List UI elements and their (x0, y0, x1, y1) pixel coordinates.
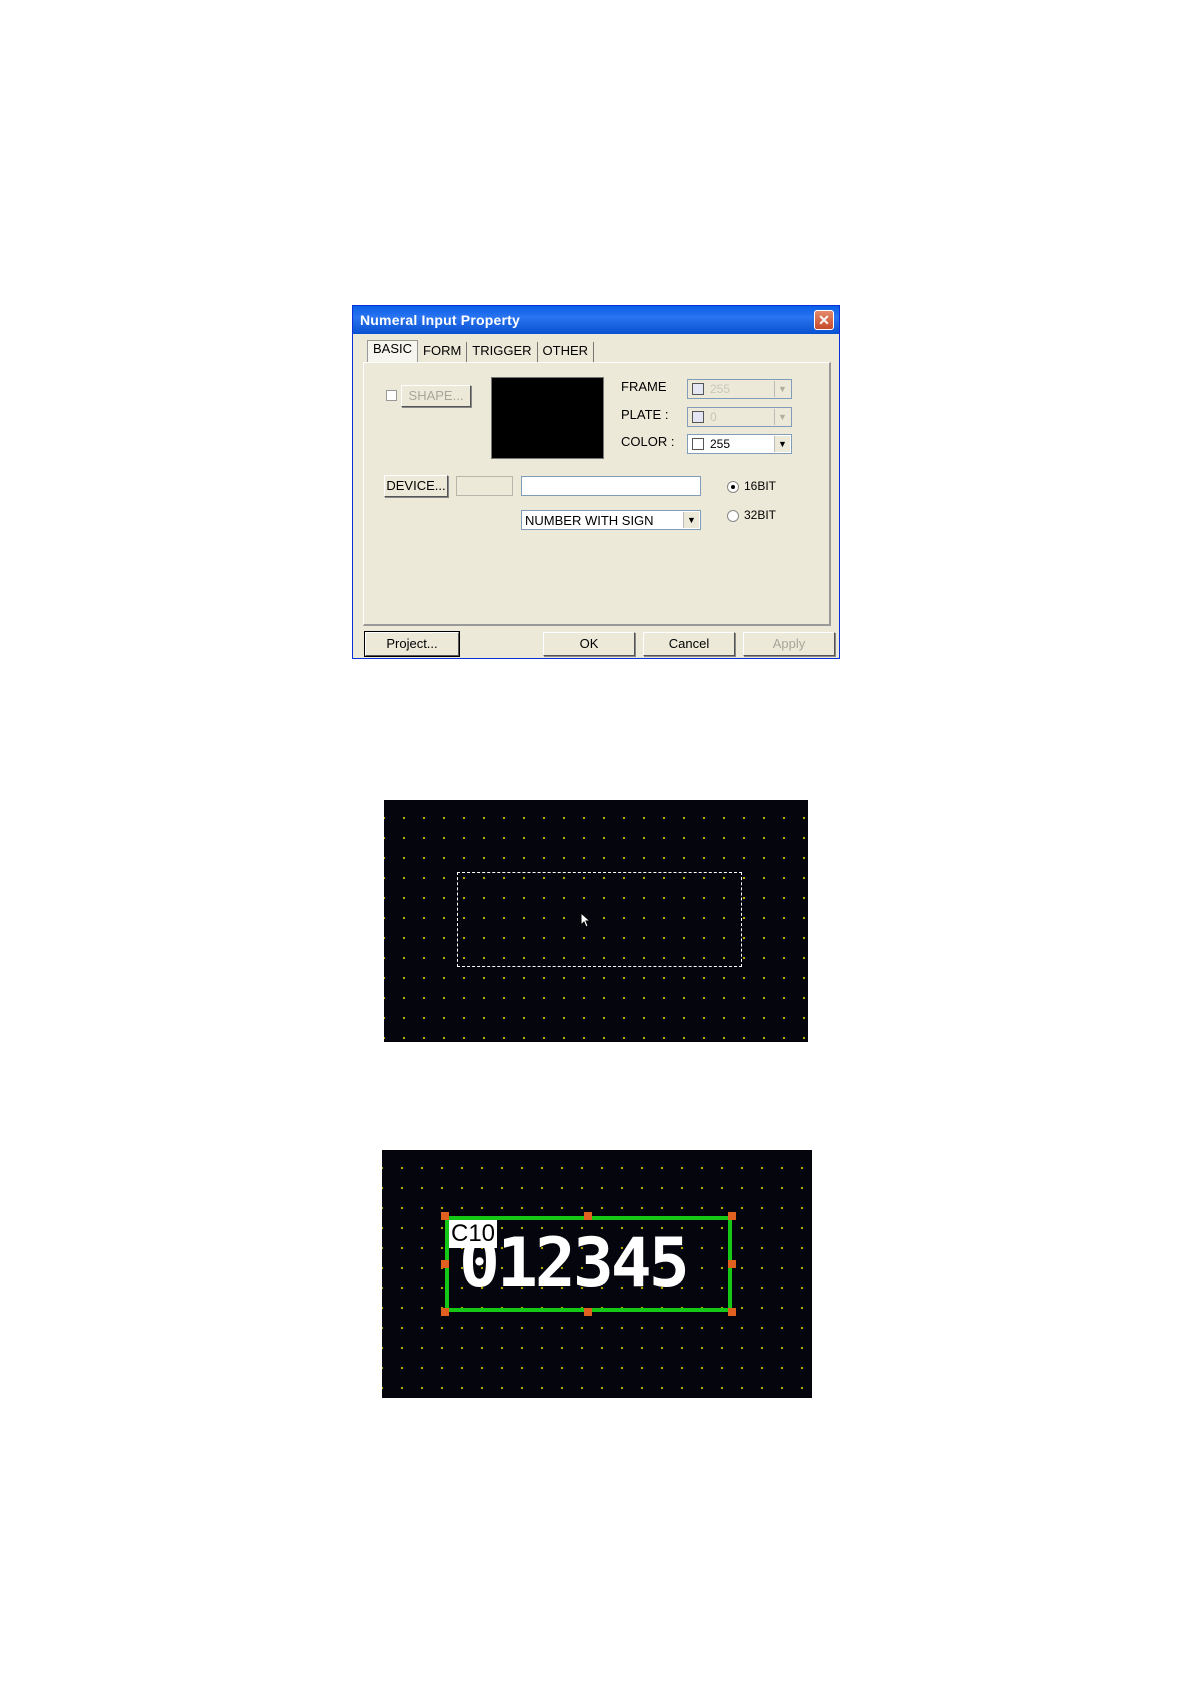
shape-preview (491, 377, 604, 459)
frame-color-value: 255 (710, 382, 731, 396)
mouse-cursor-icon (580, 912, 592, 928)
tab-form[interactable]: FORM (418, 342, 468, 362)
plate-color-combo[interactable]: 0 ▼ (687, 407, 792, 427)
tab-bar: BASIC FORM TRIGGER OTHER (367, 340, 595, 362)
text-color-value: 255 (710, 437, 731, 451)
editor-canvas-result[interactable]: 012345 C10 (382, 1150, 812, 1398)
dialog-title: Numeral Input Property (360, 312, 520, 328)
resize-handle-bottom-left[interactable] (441, 1308, 449, 1316)
frame-label: FRAME (621, 379, 667, 394)
numeral-input-property-dialog: Numeral Input Property ✕ BASIC FORM TRIG… (352, 305, 840, 659)
ok-button[interactable]: OK (543, 632, 635, 656)
project-button[interactable]: Project... (364, 631, 460, 657)
resize-handle-bottom[interactable] (584, 1308, 592, 1316)
color-dropdown-arrow-icon[interactable]: ▼ (774, 436, 790, 452)
shape-checkbox[interactable] (386, 390, 397, 401)
cancel-button[interactable]: Cancel (643, 632, 735, 656)
resize-handle-bottom-right[interactable] (728, 1308, 736, 1316)
number-format-select[interactable]: NUMBER WITH SIGN ▼ (521, 510, 701, 530)
plate-label: PLATE : (621, 407, 669, 422)
radio-16bit[interactable] (727, 481, 739, 493)
device-input[interactable] (456, 476, 513, 496)
tab-other[interactable]: OTHER (538, 342, 595, 362)
tab-trigger[interactable]: TRIGGER (467, 342, 538, 362)
apply-button[interactable]: Apply (743, 632, 835, 656)
basic-tab-panel: SHAPE... FRAME PLATE : COLOR : 255 ▼ 0 ▼… (363, 362, 831, 626)
text-color-swatch (692, 438, 704, 450)
frame-color-combo[interactable]: 255 ▼ (687, 379, 792, 399)
plate-color-value: 0 (710, 410, 717, 424)
resize-handle-left[interactable] (441, 1260, 449, 1268)
format-dropdown-arrow-icon[interactable]: ▼ (683, 512, 699, 528)
device-name-input[interactable] (521, 476, 701, 496)
editor-canvas-drawing[interactable] (384, 800, 808, 1042)
resize-handle-right[interactable] (728, 1260, 736, 1268)
radio-32bit[interactable] (727, 510, 739, 522)
resize-handle-top-left[interactable] (441, 1212, 449, 1220)
device-address-label: C10 (449, 1220, 498, 1248)
radio-32bit-label: 32BIT (744, 508, 777, 522)
frame-color-swatch (692, 383, 704, 395)
plate-color-swatch (692, 411, 704, 423)
shape-button[interactable]: SHAPE... (401, 385, 471, 407)
resize-handle-top[interactable] (584, 1212, 592, 1220)
resize-handle-top-right[interactable] (728, 1212, 736, 1220)
radio-16bit-label: 16BIT (744, 479, 777, 493)
text-color-combo[interactable]: 255 ▼ (687, 434, 792, 454)
numeral-input-object[interactable]: 012345 C10 (445, 1216, 732, 1312)
tab-basic[interactable]: BASIC (367, 340, 419, 362)
color-label: COLOR : (621, 434, 675, 449)
drag-selection-rectangle (457, 872, 742, 967)
device-button[interactable]: DEVICE... (384, 475, 448, 497)
number-format-value: NUMBER WITH SIGN (525, 513, 654, 528)
close-button[interactable]: ✕ (814, 310, 834, 330)
frame-dropdown-arrow-icon[interactable]: ▼ (774, 381, 790, 397)
plate-dropdown-arrow-icon[interactable]: ▼ (774, 409, 790, 425)
title-bar[interactable]: Numeral Input Property ✕ (353, 306, 839, 334)
